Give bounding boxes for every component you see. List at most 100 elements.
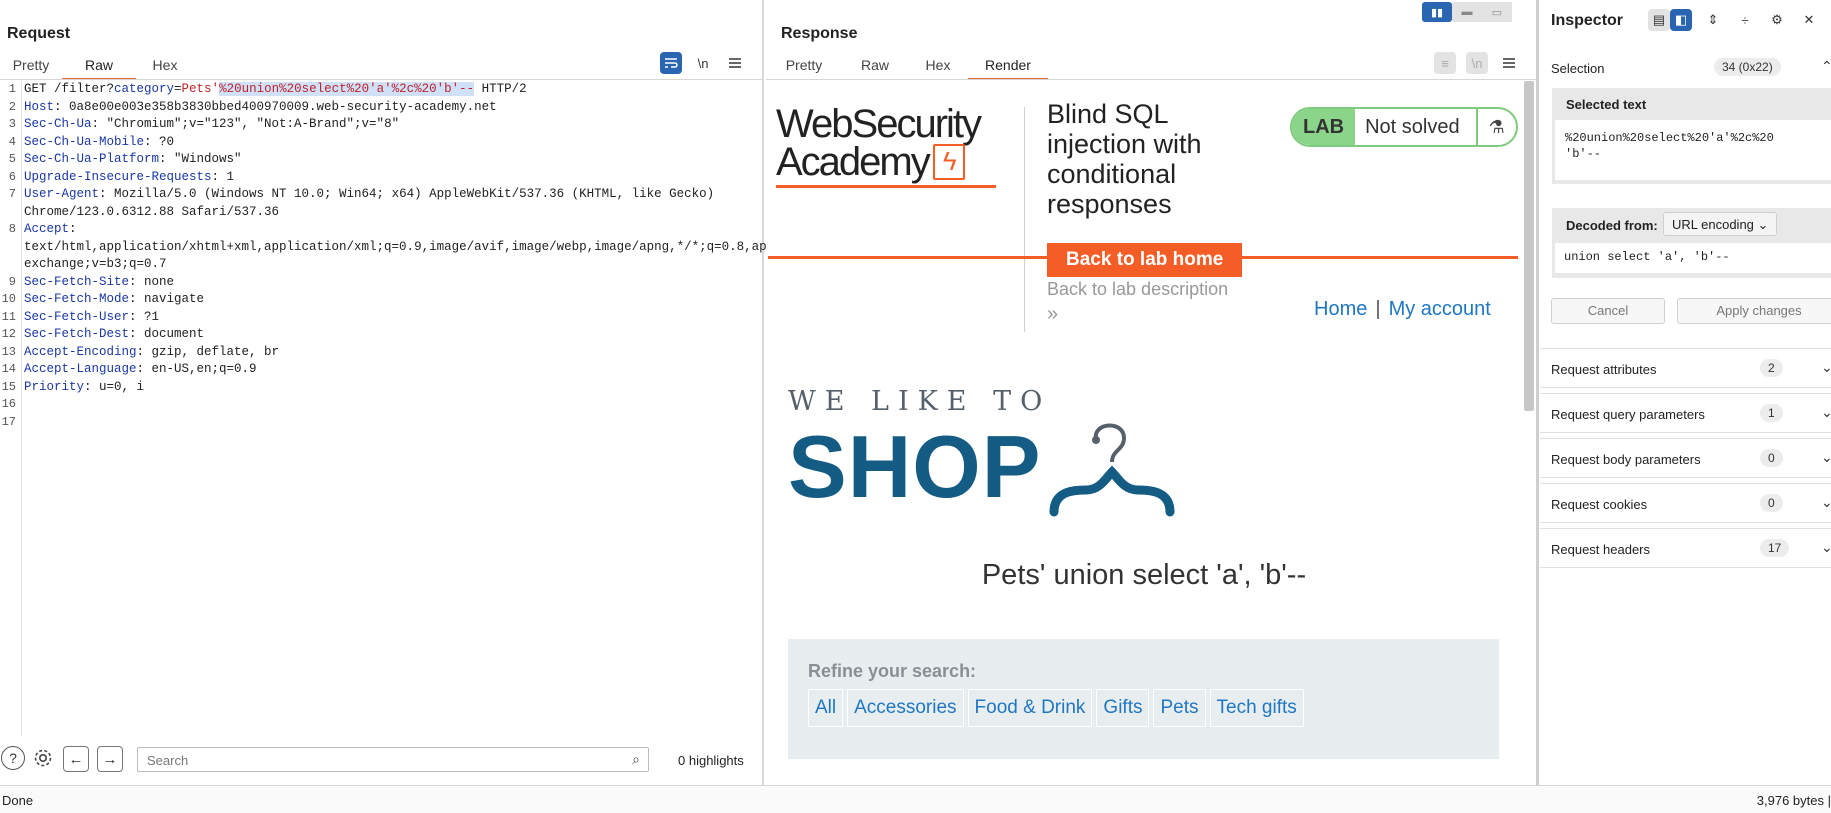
search-result-heading: Pets' union select 'a', 'b'-- xyxy=(981,559,1307,591)
chevron-down-icon[interactable]: ⌄ xyxy=(1821,539,1831,556)
chevron-down-icon[interactable]: ⌄ xyxy=(1821,494,1831,511)
chevron-down-icon[interactable]: ⌄ xyxy=(1821,449,1831,466)
lightning-bolt-icon: ϟ xyxy=(932,144,965,180)
selection-row[interactable]: Selection 34 (0x22) ⌃ xyxy=(1540,48,1831,88)
request-line: 2 Host: 0a8e00e003e358b3830bbed400970009.… xyxy=(0,99,762,117)
inspector-layout-list-icon[interactable]: ▤ xyxy=(1648,9,1670,31)
response-title: Response xyxy=(781,25,858,42)
hanger-icon xyxy=(1049,423,1175,517)
request-line: 15 Priority: u=0, i xyxy=(0,379,762,397)
inspector-panel: Inspector ▤ ◧ ⇕ ÷ ⚙ ✕ Selection 34 (0x22… xyxy=(1540,0,1831,785)
menu-icon[interactable] xyxy=(724,52,746,74)
back-arrow-icon[interactable]: ← xyxy=(63,746,89,772)
chevron-down-icon[interactable]: ⌄ xyxy=(1821,404,1831,421)
chevron-up-icon[interactable]: ⌃ xyxy=(1821,58,1831,75)
line-code: Accept: text/html,application/xhtml+xml,… xyxy=(24,221,894,274)
collapse-all-icon[interactable]: ÷ xyxy=(1734,9,1756,31)
filter-tech-gifts[interactable]: Tech gifts xyxy=(1209,689,1304,727)
newline-toggle-icon[interactable]: \n xyxy=(1466,52,1488,74)
selected-text-value[interactable]: %20union%20select%20'a'%2c%20 'b'-- xyxy=(1555,120,1831,180)
wrap-lines-icon[interactable]: ≡ xyxy=(1434,52,1456,74)
line-number: 16 xyxy=(1,397,16,411)
filter-food-drink[interactable]: Food & Drink xyxy=(967,689,1093,727)
line-number: 9 xyxy=(8,274,16,289)
section-label: Request query parameters xyxy=(1551,407,1705,422)
web-security-academy-logo[interactable]: WebSecurity Academy ϟ xyxy=(776,104,996,188)
lab-title: Blind SQL injection with conditional res… xyxy=(1047,99,1202,219)
section-label: Request body parameters xyxy=(1551,452,1701,467)
filter-gifts[interactable]: Gifts xyxy=(1096,689,1150,727)
inspector-section-request-body-parameters[interactable]: Request body parameters 0 ⌄ xyxy=(1540,438,1831,478)
wrap-lines-icon[interactable] xyxy=(660,52,682,74)
line-code: Sec-Ch-Ua-Platform: "Windows" xyxy=(24,151,744,169)
lab-status: Not solved xyxy=(1365,115,1460,138)
section-label: Request cookies xyxy=(1551,497,1648,512)
filter-pets[interactable]: Pets xyxy=(1153,689,1206,727)
menu-icon[interactable] xyxy=(1498,52,1520,74)
section-count: 0 xyxy=(1760,449,1783,467)
line-number: 10 xyxy=(1,292,16,306)
code-token: : ?0 xyxy=(144,134,175,149)
request-line: 3 Sec-Ch-Ua: "Chromium";v="123", "Not:A-B… xyxy=(0,116,762,134)
chevron-down-icon[interactable]: ⌄ xyxy=(1821,359,1831,376)
decoding-dropdown[interactable]: URL encoding ⌄ xyxy=(1663,212,1778,236)
apply-changes-button[interactable]: Apply changes xyxy=(1677,298,1831,324)
render-scrollbar[interactable] xyxy=(1524,81,1534,411)
request-line: 14 Accept-Language: en-US,en;q=0.9 xyxy=(0,361,762,379)
tab-render[interactable]: Render xyxy=(968,52,1048,80)
tab-raw[interactable]: Raw xyxy=(62,52,136,80)
request-line: 11 Sec-Fetch-User: ?1 xyxy=(0,309,762,327)
forward-arrow-icon[interactable]: → xyxy=(97,746,123,772)
line-code: Sec-Fetch-Site: none xyxy=(24,274,744,292)
inspector-layout-panel-icon[interactable]: ◧ xyxy=(1670,9,1692,31)
header-name: Upgrade-Insecure-Requests xyxy=(24,169,212,184)
cancel-button[interactable]: Cancel xyxy=(1551,298,1665,324)
my-account-link[interactable]: My account xyxy=(1389,298,1491,320)
request-search-input[interactable]: Search ⌕ xyxy=(137,747,649,772)
newline-toggle-icon[interactable]: \n xyxy=(692,52,714,74)
tab-raw[interactable]: Raw xyxy=(842,52,908,80)
inspector-section-request-query-parameters[interactable]: Request query parameters 1 ⌄ xyxy=(1540,393,1831,433)
help-icon[interactable]: ? xyxy=(1,746,25,770)
inspector-section-request-attributes[interactable]: Request attributes 2 ⌄ xyxy=(1540,348,1831,388)
decoded-box: Decoded from: URL encoding ⌄ union selec… xyxy=(1552,208,1831,278)
code-token: : 0a8e00e003e358b3830bbed400970009.web-s… xyxy=(54,99,497,114)
line-number: 12 xyxy=(1,327,16,341)
request-panel: Request Pretty Raw Hex \n 1 GET /filter?c… xyxy=(0,0,894,785)
tab-pretty[interactable]: Pretty xyxy=(0,52,62,80)
request-line: 1 GET /filter?category=Pets'%20union%20se… xyxy=(0,81,762,99)
settings-gear-icon[interactable]: ⚙ xyxy=(1766,9,1788,31)
tab-hex[interactable]: Hex xyxy=(908,52,968,80)
tab-pretty[interactable]: Pretty xyxy=(766,52,842,80)
inspector-section-request-cookies[interactable]: Request cookies 0 ⌄ xyxy=(1540,483,1831,523)
request-editor[interactable]: 1 GET /filter?category=Pets'%20union%20se… xyxy=(0,81,894,736)
close-icon[interactable]: ✕ xyxy=(1798,9,1820,31)
flask-icon: ⚗ xyxy=(1475,109,1516,145)
nav-separator: | xyxy=(1375,298,1381,320)
back-to-lab-description-link[interactable]: Back to lab description xyxy=(1047,279,1228,300)
line-code: Accept-Language: en-US,en;q=0.9 xyxy=(24,361,744,379)
expand-all-icon[interactable]: ⇕ xyxy=(1702,9,1724,31)
gear-icon[interactable] xyxy=(31,746,55,770)
home-link[interactable]: Home xyxy=(1314,298,1367,320)
code-token: : navigate xyxy=(129,292,205,306)
byte-count: 3,976 bytes | xyxy=(1756,793,1831,808)
tab-hex[interactable]: Hex xyxy=(136,52,194,80)
section-count: 17 xyxy=(1760,539,1790,557)
line-code: Sec-Ch-Ua-Mobile: ?0 xyxy=(24,134,744,152)
line-number: 8 xyxy=(8,222,16,236)
filter-all[interactable]: All xyxy=(808,689,844,727)
line-number: 13 xyxy=(1,344,16,359)
decoded-text-input[interactable]: union select 'a', 'b'-- xyxy=(1555,243,1831,273)
back-to-lab-home-button[interactable]: Back to lab home xyxy=(1047,243,1243,277)
line-code: Priority: u=0, i xyxy=(24,379,744,397)
request-line: 6 Upgrade-Insecure-Requests: 1 xyxy=(0,169,762,187)
line-code: Upgrade-Insecure-Requests: 1 xyxy=(24,169,744,187)
section-count: 0 xyxy=(1760,494,1783,512)
section-count: 1 xyxy=(1760,404,1783,422)
code-token: Pets' xyxy=(181,82,220,96)
line-code: Sec-Fetch-Mode: navigate xyxy=(24,291,744,309)
decoded-from-label: Decoded from: xyxy=(1566,218,1658,233)
filter-accessories[interactable]: Accessories xyxy=(847,689,964,727)
inspector-section-request-headers[interactable]: Request headers 17 ⌄ xyxy=(1540,528,1831,568)
